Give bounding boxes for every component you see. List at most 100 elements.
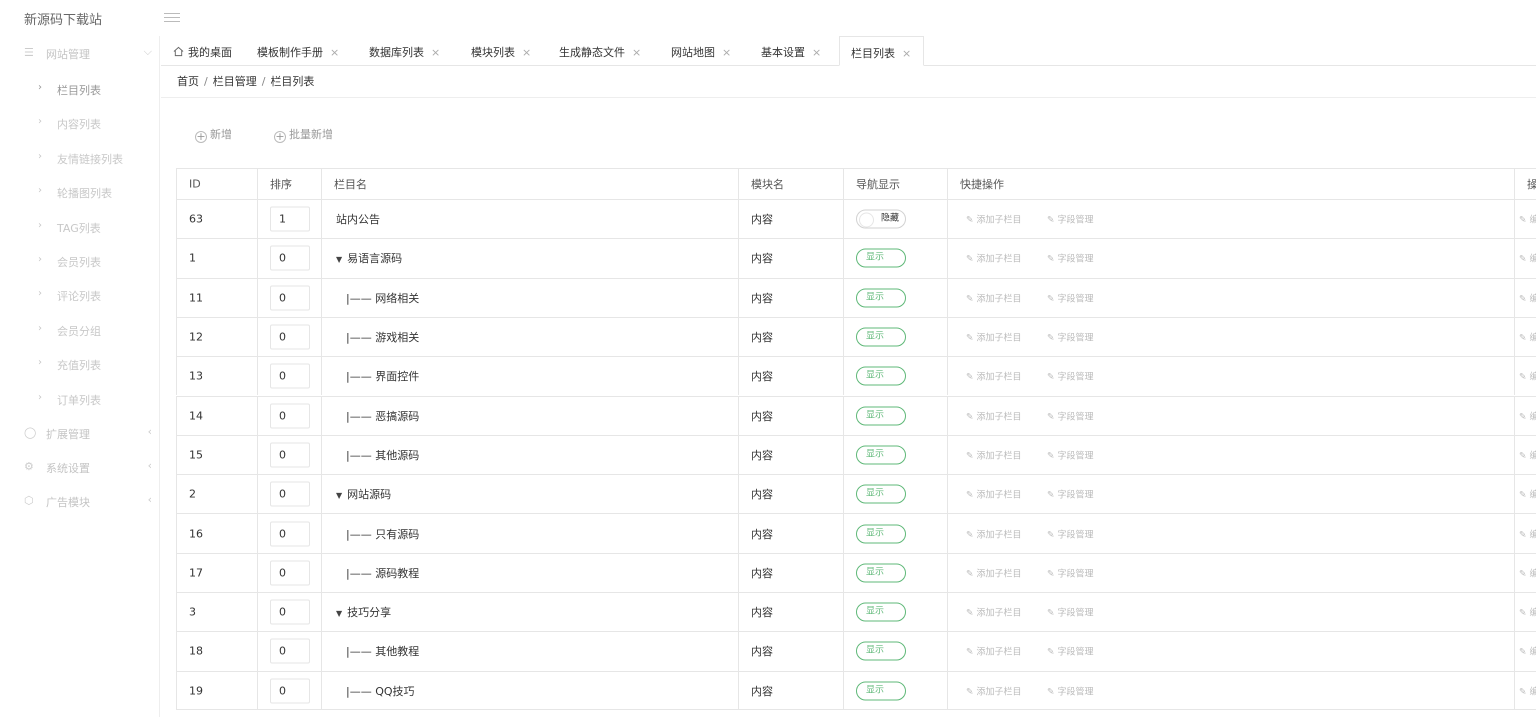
- sidebar-item-10[interactable]: › 订单列表: [0, 382, 160, 416]
- sort-order-input[interactable]: [270, 560, 310, 586]
- sort-order-input[interactable]: [270, 403, 310, 429]
- nav-display-toggle[interactable]: 显示: [856, 288, 906, 308]
- field-management-link[interactable]: ✎ 字段管理: [1047, 606, 1094, 619]
- field-management-link[interactable]: ✎ 字段管理: [1047, 488, 1094, 501]
- add-child-category-link[interactable]: ✎ 添加子栏目: [966, 566, 1022, 579]
- menu-toggle-icon[interactable]: [164, 10, 180, 24]
- nav-display-toggle[interactable]: 显示: [856, 445, 906, 465]
- caret-down-icon[interactable]: ▼: [336, 609, 342, 618]
- nav-display-toggle[interactable]: 显示: [856, 563, 906, 583]
- nav-display-toggle[interactable]: 隐藏: [856, 209, 906, 229]
- close-icon[interactable]: ×: [330, 46, 339, 59]
- nav-display-toggle[interactable]: 显示: [856, 524, 906, 544]
- sidebar-group-1[interactable]: ☰ 网站管理 ⌵: [0, 36, 160, 70]
- add-child-category-link[interactable]: ✎ 添加子栏目: [966, 331, 1022, 344]
- sort-order-input[interactable]: [270, 638, 310, 664]
- sort-order-input[interactable]: [270, 481, 310, 507]
- edit-link[interactable]: ✎编: [1519, 448, 1536, 461]
- nav-display-toggle[interactable]: 显示: [856, 248, 906, 268]
- sidebar-group-2[interactable]: ◯ 扩展管理 ‹: [0, 416, 160, 450]
- add-child-category-link[interactable]: ✎ 添加子栏目: [966, 409, 1022, 422]
- field-management-link[interactable]: ✎ 字段管理: [1047, 331, 1094, 344]
- close-icon[interactable]: ×: [902, 47, 911, 60]
- close-icon[interactable]: ×: [722, 46, 731, 59]
- field-management-link[interactable]: ✎ 字段管理: [1047, 291, 1094, 304]
- tab-1[interactable]: 我的桌面: [173, 36, 232, 66]
- sidebar-group-4[interactable]: ⬡ 广告模块 ‹: [0, 484, 160, 518]
- tab-4[interactable]: 模块列表 ×: [471, 36, 531, 66]
- add-child-category-link[interactable]: ✎ 添加子栏目: [966, 252, 1022, 265]
- edit-link[interactable]: ✎编: [1519, 409, 1536, 422]
- sidebar-item-4[interactable]: › 轮播图列表: [0, 175, 160, 209]
- close-icon[interactable]: ×: [812, 46, 821, 59]
- sidebar-item-6[interactable]: › 会员列表: [0, 244, 160, 278]
- sidebar-item-5[interactable]: › TAG列表: [0, 210, 160, 244]
- breadcrumb-home[interactable]: 首页: [177, 75, 199, 88]
- sort-order-input[interactable]: [270, 206, 310, 232]
- field-management-link[interactable]: ✎ 字段管理: [1047, 213, 1094, 226]
- caret-down-icon[interactable]: ▼: [336, 255, 342, 264]
- sort-order-input[interactable]: [270, 678, 310, 704]
- sidebar-item-8[interactable]: › 会员分组: [0, 313, 160, 347]
- field-management-link[interactable]: ✎ 字段管理: [1047, 527, 1094, 540]
- edit-link[interactable]: ✎编: [1519, 566, 1536, 579]
- field-management-link[interactable]: ✎ 字段管理: [1047, 566, 1094, 579]
- field-management-link[interactable]: ✎ 字段管理: [1047, 409, 1094, 422]
- sidebar-item-9[interactable]: › 充值列表: [0, 347, 160, 381]
- nav-display-toggle[interactable]: 显示: [856, 327, 906, 347]
- field-management-link[interactable]: ✎ 字段管理: [1047, 684, 1094, 697]
- edit-link[interactable]: ✎编: [1519, 606, 1536, 619]
- nav-display-toggle[interactable]: 显示: [856, 681, 906, 701]
- edit-link[interactable]: ✎编: [1519, 213, 1536, 226]
- tab-7[interactable]: 基本设置 ×: [761, 36, 821, 66]
- edit-link[interactable]: ✎编: [1519, 488, 1536, 501]
- add-child-category-link[interactable]: ✎ 添加子栏目: [966, 448, 1022, 461]
- tab-5[interactable]: 生成静态文件 ×: [559, 36, 641, 66]
- edit-link[interactable]: ✎编: [1519, 645, 1536, 658]
- sidebar-item-7[interactable]: › 评论列表: [0, 278, 160, 312]
- sort-order-input[interactable]: [270, 285, 310, 311]
- add-child-category-link[interactable]: ✎ 添加子栏目: [966, 684, 1022, 697]
- nav-display-toggle[interactable]: 显示: [856, 366, 906, 386]
- sidebar-item-1[interactable]: › 栏目列表: [0, 72, 160, 106]
- add-child-category-link[interactable]: ✎ 添加子栏目: [966, 527, 1022, 540]
- field-management-link[interactable]: ✎ 字段管理: [1047, 252, 1094, 265]
- close-icon[interactable]: ×: [522, 46, 531, 59]
- edit-link[interactable]: ✎编: [1519, 684, 1536, 697]
- nav-display-toggle[interactable]: 显示: [856, 602, 906, 622]
- sort-order-input[interactable]: [270, 245, 310, 271]
- close-icon[interactable]: ×: [431, 46, 440, 59]
- app-logo-title[interactable]: 新源码下载站: [24, 9, 102, 28]
- tab-6[interactable]: 网站地图 ×: [671, 36, 731, 66]
- sort-order-input[interactable]: [270, 363, 310, 389]
- edit-link[interactable]: ✎编: [1519, 331, 1536, 344]
- add-child-category-link[interactable]: ✎ 添加子栏目: [966, 213, 1022, 226]
- caret-down-icon[interactable]: ▼: [336, 491, 342, 500]
- sidebar-item-3[interactable]: › 友情链接列表: [0, 141, 160, 175]
- add-child-category-link[interactable]: ✎ 添加子栏目: [966, 291, 1022, 304]
- add-child-category-link[interactable]: ✎ 添加子栏目: [966, 645, 1022, 658]
- field-management-link[interactable]: ✎ 字段管理: [1047, 645, 1094, 658]
- edit-link[interactable]: ✎编: [1519, 252, 1536, 265]
- sort-order-input[interactable]: [270, 599, 310, 625]
- tab-8[interactable]: 栏目列表 ×: [839, 36, 925, 66]
- batch-add-button[interactable]: + 批量新增: [274, 126, 333, 143]
- edit-link[interactable]: ✎编: [1519, 291, 1536, 304]
- add-button[interactable]: + 新增: [195, 126, 232, 143]
- add-child-category-link[interactable]: ✎ 添加子栏目: [966, 606, 1022, 619]
- nav-display-toggle[interactable]: 显示: [856, 641, 906, 661]
- breadcrumb-level1[interactable]: 栏目管理: [213, 75, 257, 88]
- close-icon[interactable]: ×: [632, 46, 641, 59]
- edit-link[interactable]: ✎编: [1519, 527, 1536, 540]
- add-child-category-link[interactable]: ✎ 添加子栏目: [966, 370, 1022, 383]
- sort-order-input[interactable]: [270, 442, 310, 468]
- edit-link[interactable]: ✎编: [1519, 370, 1536, 383]
- sort-order-input[interactable]: [270, 324, 310, 350]
- nav-display-toggle[interactable]: 显示: [856, 484, 906, 504]
- tab-2[interactable]: 模板制作手册 ×: [257, 36, 339, 66]
- nav-display-toggle[interactable]: 显示: [856, 406, 906, 426]
- sidebar-item-2[interactable]: › 内容列表: [0, 106, 160, 140]
- sidebar-group-3[interactable]: ⚙ 系统设置 ‹: [0, 450, 160, 484]
- field-management-link[interactable]: ✎ 字段管理: [1047, 448, 1094, 461]
- tab-3[interactable]: 数据库列表 ×: [369, 36, 440, 66]
